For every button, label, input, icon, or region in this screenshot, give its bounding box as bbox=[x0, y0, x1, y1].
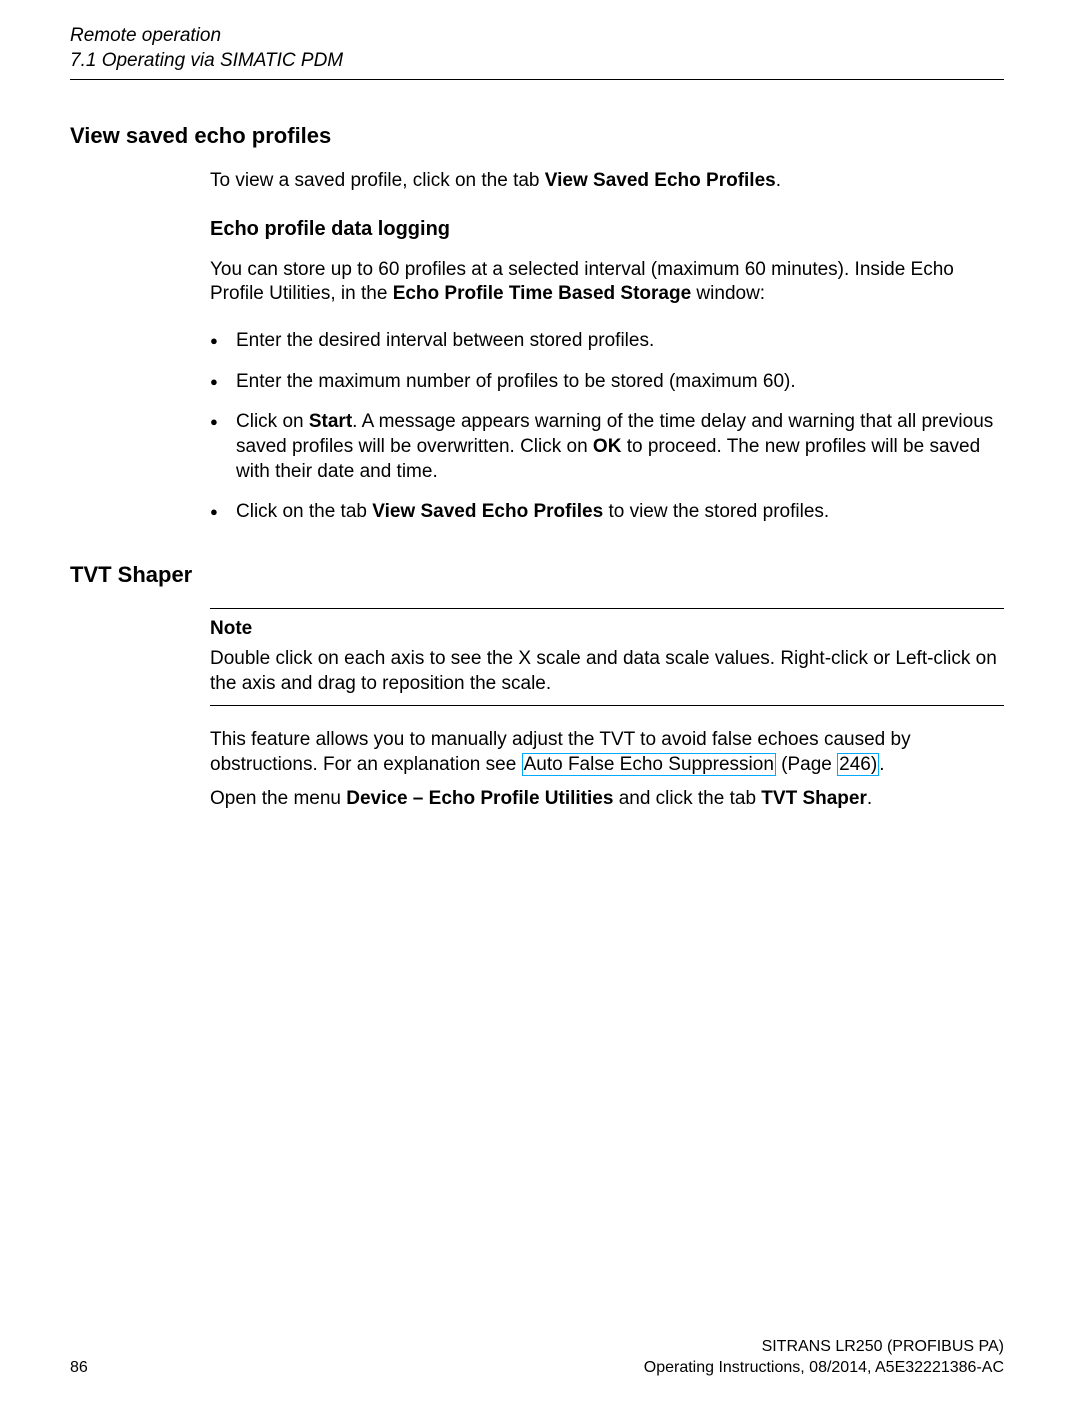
heading-view-saved-echo-profiles: View saved echo profiles bbox=[70, 122, 1004, 151]
paragraph: You can store up to 60 profiles at a sel… bbox=[210, 258, 1004, 307]
paragraph: Open the menu Device – Echo Profile Util… bbox=[210, 787, 1004, 812]
section-view-saved: To view a saved profile, click on the ta… bbox=[210, 169, 1004, 525]
ui-label: View Saved Echo Profiles bbox=[545, 170, 776, 191]
footer-product: SITRANS LR250 (PROFIBUS PA) bbox=[70, 1336, 1004, 1358]
text: . bbox=[879, 754, 884, 775]
text: and click the tab bbox=[613, 788, 761, 809]
heading-echo-profile-data-logging: Echo profile data logging bbox=[210, 216, 1004, 242]
paragraph: To view a saved profile, click on the ta… bbox=[210, 169, 1004, 194]
footer-docinfo: Operating Instructions, 08/2014, A5E3222… bbox=[70, 1357, 1004, 1379]
text: To view a saved profile, click on the ta… bbox=[210, 170, 545, 191]
text: Click on bbox=[236, 411, 309, 432]
text: Enter the desired interval between store… bbox=[236, 330, 654, 351]
paragraph: This feature allows you to manually adju… bbox=[210, 728, 1004, 777]
ui-label: TVT Shaper bbox=[761, 788, 867, 809]
text: Open the menu bbox=[210, 788, 346, 809]
page-header: Remote operation 7.1 Operating via SIMAT… bbox=[70, 24, 1004, 80]
text: (Page bbox=[776, 754, 837, 775]
list-item: Click on the tab View Saved Echo Profile… bbox=[210, 500, 1004, 525]
note-rule bbox=[210, 608, 1004, 609]
cross-reference-page-link[interactable]: 246) bbox=[837, 753, 879, 776]
header-section: 7.1 Operating via SIMATIC PDM bbox=[70, 49, 1004, 74]
page: Remote operation 7.1 Operating via SIMAT… bbox=[0, 0, 1074, 1405]
header-rule bbox=[70, 79, 1004, 80]
list-item: Enter the desired interval between store… bbox=[210, 329, 1004, 354]
ui-label: OK bbox=[593, 436, 622, 457]
list-item: Click on Start. A message appears warnin… bbox=[210, 410, 1004, 484]
bullet-list: Enter the desired interval between store… bbox=[210, 329, 1004, 525]
footer-right: SITRANS LR250 (PROFIBUS PA) Operating In… bbox=[70, 1336, 1004, 1379]
list-item: Enter the maximum number of profiles to … bbox=[210, 370, 1004, 395]
note-rule bbox=[210, 705, 1004, 706]
section-tvt-shaper: Note Double click on each axis to see th… bbox=[210, 608, 1004, 812]
footer-page-number: 86 bbox=[70, 1358, 88, 1379]
ui-label: Device – Echo Profile Utilities bbox=[346, 788, 613, 809]
text: . bbox=[867, 788, 872, 809]
ui-label: View Saved Echo Profiles bbox=[372, 501, 603, 522]
ui-label: Start bbox=[309, 411, 352, 432]
content: View saved echo profiles To view a saved… bbox=[70, 122, 1004, 812]
text: window: bbox=[691, 283, 765, 304]
cross-reference-link[interactable]: Auto False Echo Suppression bbox=[522, 753, 776, 776]
note-block: Note Double click on each axis to see th… bbox=[210, 608, 1004, 706]
note-body: Double click on each axis to see the X s… bbox=[210, 647, 1004, 696]
heading-tvt-shaper: TVT Shaper bbox=[70, 561, 1004, 590]
note-title: Note bbox=[210, 617, 1004, 642]
ui-label: Echo Profile Time Based Storage bbox=[393, 283, 691, 304]
text: Enter the maximum number of profiles to … bbox=[236, 371, 796, 392]
text: to view the stored profiles. bbox=[603, 501, 829, 522]
text: . bbox=[776, 170, 781, 191]
text: Click on the tab bbox=[236, 501, 372, 522]
page-footer: SITRANS LR250 (PROFIBUS PA) Operating In… bbox=[70, 1336, 1004, 1379]
header-chapter: Remote operation bbox=[70, 24, 1004, 49]
